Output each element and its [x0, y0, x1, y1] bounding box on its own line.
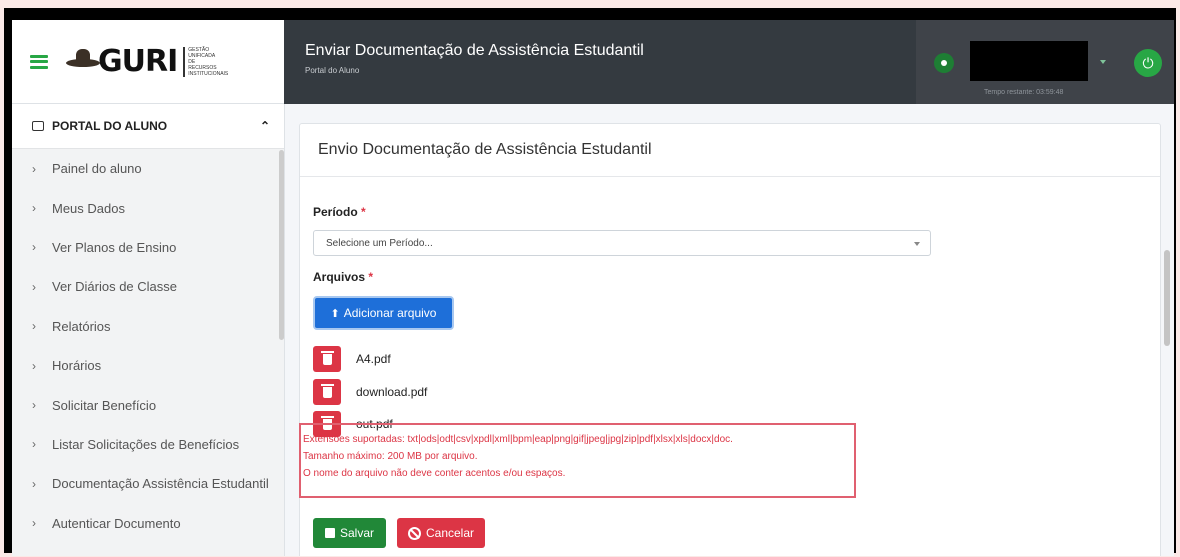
files-label: Arquivos *: [313, 270, 373, 284]
trash-icon: [320, 383, 334, 398]
page-title: Enviar Documentação de Assistência Estud…: [305, 42, 644, 59]
sidebar-item-label: Horários: [52, 358, 102, 374]
cancel-button[interactable]: Cancelar: [397, 518, 485, 548]
files-label-text: Arquivos: [313, 270, 366, 284]
delete-file-button[interactable]: [313, 379, 341, 405]
add-file-label: Adicionar arquivo: [343, 306, 437, 320]
sidebar: GURI GESTÃO UNIFICADA DE RECURSOS INSTIT…: [12, 20, 285, 556]
upload-card: Envio Documentação de Assistência Estuda…: [299, 123, 1161, 556]
cancel-label: Cancelar: [425, 526, 475, 540]
sidebar-item[interactable]: › Autenticar Documento: [12, 504, 284, 543]
sidebar-section-title: PORTAL DO ALUNO: [52, 119, 168, 133]
sidebar-item-label: Documentação Assistência Estudantil: [52, 476, 269, 492]
file-name: A4.pdf: [356, 352, 391, 366]
chevron-right-icon: ›: [32, 201, 36, 216]
save-icon: [324, 528, 335, 538]
ban-icon: [407, 526, 421, 540]
sidebar-item-label: Painel do aluno: [52, 161, 142, 177]
chevron-right-icon: ›: [32, 358, 36, 373]
upload-rules-notice: Extensões suportadas: txt|ods|odt|csv|xp…: [299, 423, 856, 498]
period-label: Período *: [313, 205, 366, 219]
period-label-text: Período: [313, 205, 358, 219]
period-select[interactable]: Selecione um Período...: [313, 230, 931, 256]
chevron-right-icon: ›: [32, 398, 36, 413]
required-mark: *: [368, 270, 374, 284]
sidebar-item-label: Ver Diários de Classe: [52, 279, 177, 295]
required-mark: *: [361, 205, 366, 219]
chevron-right-icon: ›: [32, 476, 36, 491]
sidebar-item[interactable]: › Documentação Assistência Estudantil: [12, 464, 284, 503]
file-row: A4.pdf: [313, 346, 391, 372]
sidebar-item[interactable]: › Listar Solicitações de Benefícios: [12, 425, 284, 464]
user-menu[interactable]: [970, 41, 1088, 81]
sidebar-item[interactable]: › Ver Planos de Ensino: [12, 228, 284, 267]
brand-bar: GURI GESTÃO UNIFICADA DE RECURSOS INSTIT…: [12, 20, 284, 104]
logo-subtitle: GESTÃO UNIFICADA DE RECURSOS INSTITUCION…: [183, 46, 228, 77]
sidebar-item-label: Ver Planos de Ensino: [52, 239, 177, 255]
add-file-button[interactable]: ⬆ Adicionar arquivo: [313, 296, 454, 330]
sidebar-item[interactable]: › Meus Dados: [12, 188, 284, 227]
session-timer: Tempo restante: 03:59:48: [984, 89, 1064, 96]
hat-icon: [66, 47, 100, 77]
notice-extensions: Extensões suportadas: txt|ods|odt|csv|xp…: [303, 434, 733, 445]
chevron-up-icon: ⌃: [259, 119, 270, 133]
screenshot-frame: GURI GESTÃO UNIFICADA DE RECURSOS INSTIT…: [4, 8, 1176, 556]
chevron-right-icon: ›: [32, 319, 36, 334]
contrast-icon[interactable]: [934, 53, 954, 73]
sidebar-item-label: Meus Dados: [52, 200, 125, 216]
app-window: GURI GESTÃO UNIFICADA DE RECURSOS INSTIT…: [12, 20, 1174, 556]
caret-down-icon[interactable]: [1100, 60, 1106, 64]
sidebar-item[interactable]: › Ver Diários de Classe: [12, 267, 284, 306]
sidebar-item-label: Autenticar Documento: [52, 515, 181, 531]
top-bar: Enviar Documentação de Assistência Estud…: [284, 20, 1174, 104]
chevron-right-icon: ›: [32, 437, 36, 452]
power-icon[interactable]: ⏻: [1134, 49, 1162, 77]
page-subtitle: Portal do Aluno: [305, 66, 360, 75]
chevron-right-icon: ›: [32, 516, 36, 531]
dropdown-arrow-icon: [914, 242, 920, 246]
sidebar-item-label: Solicitar Benefício: [52, 397, 157, 413]
user-area: Tempo restante: 03:59:48 ⏻: [916, 20, 1174, 104]
sidebar-section-portal[interactable]: PORTAL DO ALUNO ⌃: [12, 104, 284, 149]
hamburger-icon[interactable]: [30, 54, 48, 69]
guri-logo: GURI GESTÃO UNIFICADA DE RECURSOS INSTIT…: [66, 44, 228, 79]
sidebar-item[interactable]: › Horários: [12, 346, 284, 385]
delete-file-button[interactable]: [313, 346, 341, 372]
file-name: download.pdf: [356, 385, 428, 399]
notice-max-size: Tamanho máximo: 200 MB por arquivo.: [303, 451, 478, 462]
portal-icon: [32, 121, 44, 131]
sidebar-item-label: Relatórios: [52, 318, 111, 334]
chevron-right-icon: ›: [32, 240, 36, 255]
file-row: download.pdf: [313, 379, 427, 405]
upload-icon: ⬆: [330, 307, 340, 320]
sidebar-item[interactable]: › Solicitar Benefício: [12, 385, 284, 424]
sidebar-menu: › Painel do aluno › Meus Dados › Ver Planos d…: [12, 149, 284, 543]
chevron-right-icon: ›: [32, 279, 36, 294]
period-select-placeholder: Selecione um Período...: [326, 237, 433, 249]
card-title: Envio Documentação de Assistência Estuda…: [300, 124, 1160, 177]
notice-filename-rule: O nome do arquivo não deve conter acento…: [303, 468, 566, 479]
sidebar-scrollbar[interactable]: [279, 150, 284, 340]
sidebar-item[interactable]: › Relatórios: [12, 307, 284, 346]
sidebar-item-label: Listar Solicitações de Benefícios: [52, 436, 240, 452]
save-label: Salvar: [339, 526, 374, 540]
sidebar-item[interactable]: › Painel do aluno: [12, 149, 284, 188]
chevron-right-icon: ›: [32, 161, 36, 176]
trash-icon: [320, 350, 334, 365]
save-button[interactable]: Salvar: [313, 518, 386, 548]
logo-text: GURI: [98, 44, 178, 79]
page-scrollbar[interactable]: [1164, 250, 1170, 346]
